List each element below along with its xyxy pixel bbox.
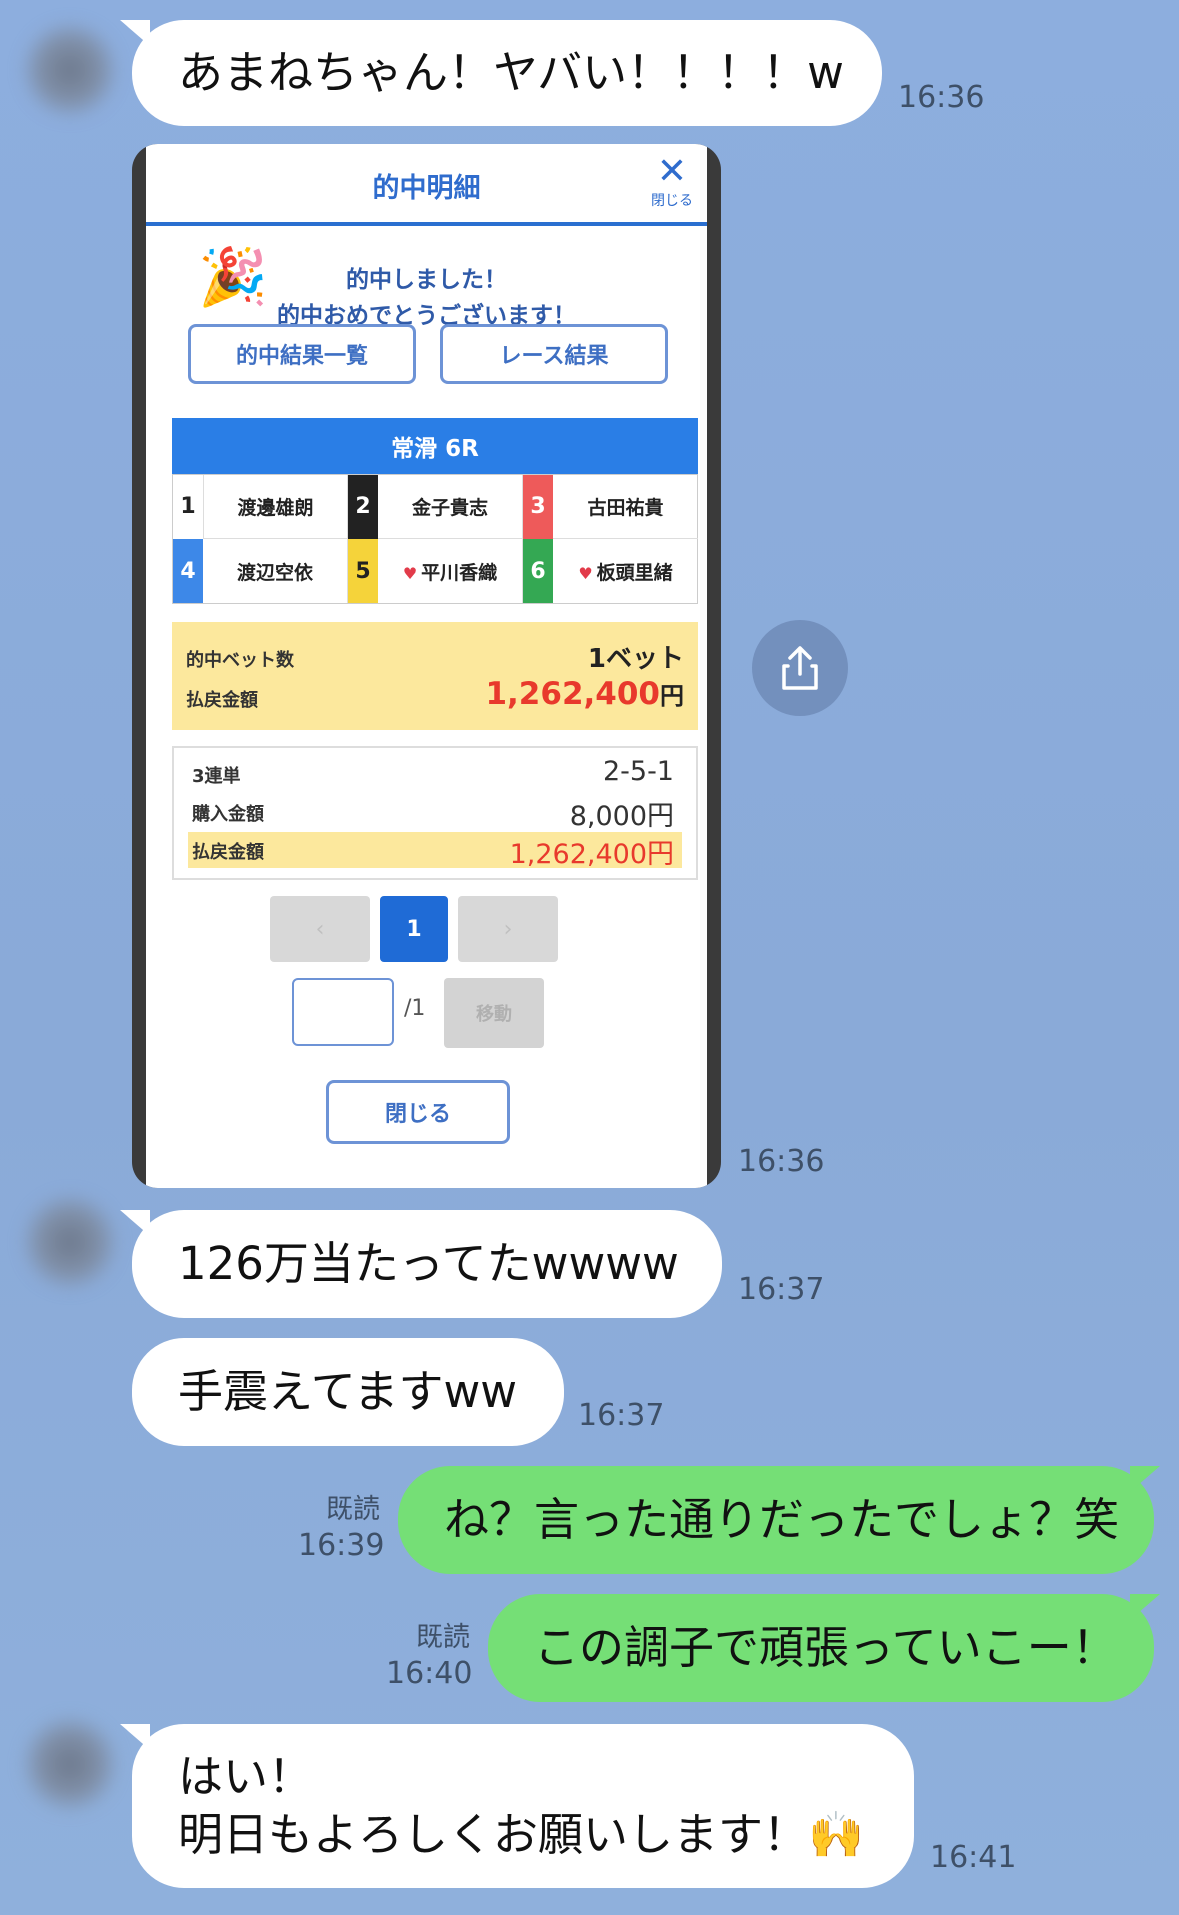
message-text: あまねちゃん！ヤバい！！！！w (178, 46, 844, 99)
heart-icon: ♥ (402, 563, 418, 583)
screenshot-header: 的中明細 ✕ 閉じる (146, 144, 707, 226)
heart-icon: ♥ (578, 563, 593, 583)
share-button[interactable] (752, 620, 848, 716)
message-time: 16:37 (738, 1272, 825, 1307)
message-text: ね？言った通りだったでしょ？笑 (444, 1493, 1120, 1546)
bet-detail: 3連単 2-5-1 購入金額 8,000円 払戻金額 1,262,400円 (172, 746, 698, 880)
racer-6: 6 ♥ 板頭里緒 (523, 539, 698, 603)
message-time: 16:36 (898, 80, 985, 115)
racer-grid: 1 渡邊雄朗 2 金子貴志 3 古田祐貴 4 渡辺空依 5 ♥ 平川香織 6 ♥ 板… (172, 474, 698, 604)
close-button: 閉じる (326, 1080, 510, 1144)
message-text-line1: はい！ (178, 1750, 314, 1803)
racer-4: 4 渡辺空依 (173, 539, 348, 603)
page-total: /1 (404, 996, 426, 1021)
message-bubble[interactable]: 手震えてますww (132, 1338, 564, 1446)
message-bubble[interactable]: あまねちゃん！ヤバい！！！！w (132, 20, 882, 126)
hit-summary: 的中ベット数 1ベット 払戻金額 1,262,400円 (172, 622, 698, 730)
message-bubble[interactable]: ね？言った通りだったでしょ？笑 (398, 1466, 1154, 1574)
message-bubble[interactable]: 126万当たってたwwww (132, 1210, 722, 1318)
sender-avatar[interactable] (20, 20, 120, 120)
race-result-button: レース結果 (440, 324, 668, 384)
race-title: 常滑 6R (172, 418, 698, 474)
bubble-tail (1130, 1466, 1160, 1492)
bubble-tail (1130, 1594, 1160, 1620)
read-receipt: 既読 16:40 (386, 1622, 473, 1691)
racer-3: 3 古田祐貴 (523, 474, 698, 539)
message-text: 手震えてますww (178, 1365, 518, 1418)
racer-1: 1 渡邊雄朗 (173, 474, 348, 539)
screenshot-content: 的中明細 ✕ 閉じる 🎉 的中しました！ 的中おめでとうございます！ 的中結果一… (146, 144, 707, 1188)
move-button: 移動 (444, 978, 544, 1048)
message-bubble[interactable]: この調子で頑張っていこー！ (488, 1594, 1154, 1702)
sender-avatar[interactable] (20, 1714, 120, 1814)
sender-avatar[interactable] (20, 1192, 120, 1292)
page-prev-button: ‹ (270, 896, 370, 962)
message-bubble[interactable]: はい！ 明日もよろしくお願いします！🙌 (132, 1724, 914, 1888)
page-input (292, 978, 394, 1046)
message-text: 126万当たってたwwww (178, 1237, 679, 1290)
message-time: 16:41 (930, 1840, 1017, 1875)
results-list-button: 的中結果一覧 (188, 324, 416, 384)
racer-5: 5 ♥ 平川香織 (348, 539, 523, 603)
share-icon (782, 646, 818, 690)
page-next-button: › (458, 896, 558, 962)
message-text: この調子で頑張っていこー！ (534, 1621, 1117, 1674)
message-time: 16:36 (738, 1144, 825, 1179)
shared-screenshot[interactable]: 的中明細 ✕ 閉じる 🎉 的中しました！ 的中おめでとうございます！ 的中結果一… (132, 144, 721, 1188)
page-current-button: 1 (380, 896, 448, 962)
racer-2: 2 金子貴志 (348, 474, 523, 539)
read-receipt: 既読 16:39 (298, 1494, 385, 1563)
raising-hands-icon: 🙌 (808, 1808, 865, 1861)
message-text-line2: 明日もよろしくお願いします！🙌 (178, 1808, 865, 1861)
close-icon: ✕ 閉じる (651, 151, 693, 210)
message-time: 16:37 (578, 1398, 665, 1433)
screenshot-title: 的中明細 (372, 173, 481, 204)
